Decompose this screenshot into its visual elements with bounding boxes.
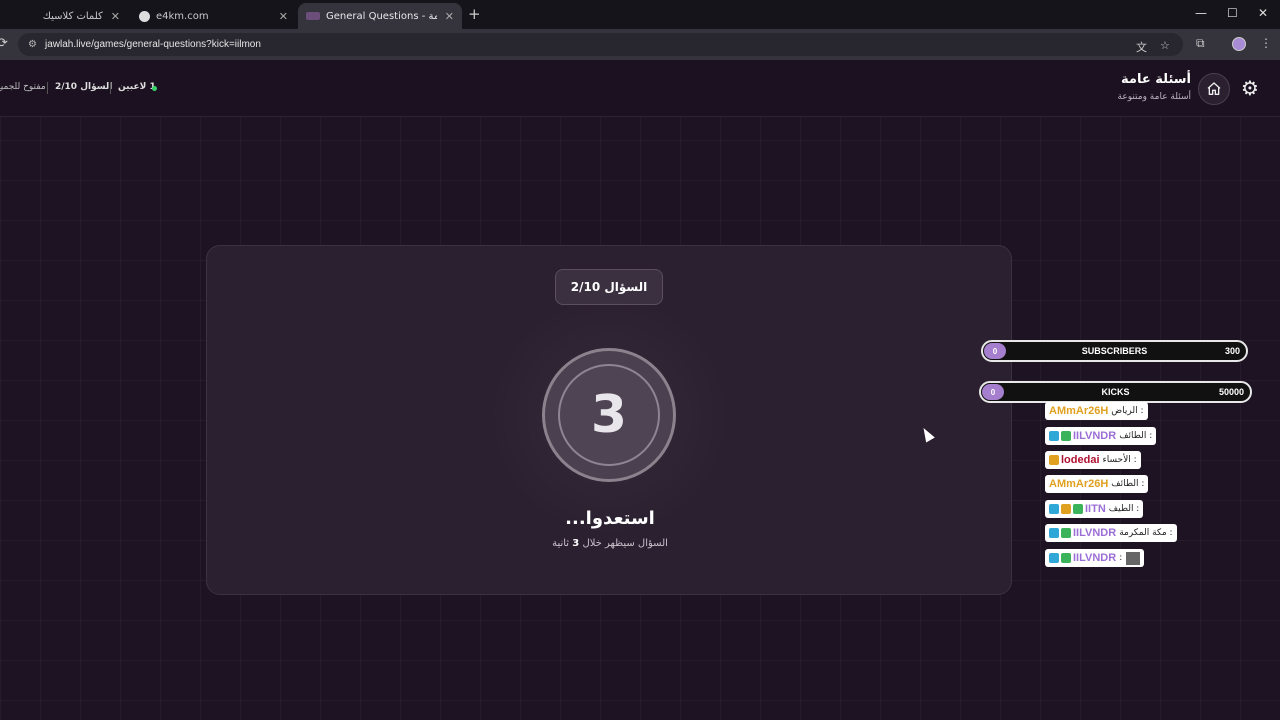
status-divider <box>47 82 48 94</box>
new-tab-button[interactable]: + <box>468 5 481 23</box>
tab-classic-words[interactable]: كلمات كلاسيك ✕ <box>0 3 128 29</box>
reload-icon[interactable]: ⟳ <box>0 36 8 51</box>
status-open-text: مفتوح للجميع <box>0 82 46 92</box>
globe-icon <box>139 10 150 22</box>
chat-username: IILVNDR <box>1073 430 1117 442</box>
countdown-number: 3 <box>558 364 660 466</box>
chat-text: : الأحساء <box>1102 455 1137 465</box>
translate-icon[interactable]: 文 <box>1136 39 1147 55</box>
chat-emote-image <box>1126 551 1141 565</box>
close-tab-icon[interactable]: ✕ <box>111 10 120 23</box>
game-subtitle: أسئلة عامة ومتنوعة <box>1117 92 1192 102</box>
goal-label: SUBSCRIBERS <box>1081 346 1148 356</box>
chat-text: : الطائف <box>1119 431 1153 441</box>
extensions-icon[interactable]: ⧉ <box>1196 36 1205 51</box>
goal-target: 50000 <box>1218 387 1244 397</box>
home-button[interactable] <box>1198 73 1230 105</box>
address-bar: ⟳ ⚙ jawlah.live/games/general-questions?… <box>0 29 1280 60</box>
chat-username: AMmAr26H <box>1049 478 1109 490</box>
game-title: أسئلة عامة <box>1121 72 1191 87</box>
get-ready-heading: استعدوا... <box>565 508 655 529</box>
chat-badge-icon <box>1049 431 1059 441</box>
jawlah-favicon-icon <box>306 12 320 20</box>
close-tab-icon[interactable]: ✕ <box>279 10 288 23</box>
chat-badge-icon <box>1049 528 1059 538</box>
caption-seconds: 3 <box>572 538 580 549</box>
settings-gear-icon[interactable]: ⚙ <box>1241 76 1259 100</box>
question-number-badge: السؤال 2/10 <box>555 269 663 305</box>
close-tab-icon[interactable]: ✕ <box>445 10 454 23</box>
chat-badge-icon <box>1073 504 1083 514</box>
close-window-button[interactable]: ✕ <box>1258 6 1268 20</box>
goal-current: 0 <box>982 384 1004 400</box>
caption-before: السؤال سيظهر خلال <box>582 538 668 549</box>
status-divider <box>110 82 111 94</box>
online-indicator <box>152 86 157 91</box>
tab-general-questions[interactable]: General Questions - أسئلة عامة ✕ <box>298 3 462 29</box>
chat-message: lodedai: الأحساء <box>1045 451 1141 469</box>
chat-badge-icon <box>1061 431 1071 441</box>
site-header: مفتوح للجميع السؤال 2/10 1 لاعبين أسئلة … <box>0 60 1280 117</box>
chat-text: : الطائف <box>1111 479 1145 489</box>
tab-e4km[interactable]: e4km.com ✕ <box>131 3 296 29</box>
goal-target: 300 <box>1224 346 1240 356</box>
page: مفتوح للجميع السؤال 2/10 1 لاعبين أسئلة … <box>0 60 1280 720</box>
bookmark-star-icon[interactable]: ☆ <box>1160 39 1170 52</box>
goal-label: KICKS <box>1101 387 1130 397</box>
chat-message: IITN: الطيف <box>1045 500 1144 518</box>
chat-badge-icon <box>1061 504 1071 514</box>
chat-message: IILVNDR: <box>1045 549 1145 567</box>
countdown-caption: السؤال سيظهر خلال 3 ثانية <box>207 538 1013 549</box>
site-info-icon[interactable]: ⚙ <box>28 39 37 50</box>
browser-menu-icon[interactable]: ⋮ <box>1260 36 1272 50</box>
chat-text: : مكة المكرمة <box>1119 528 1173 538</box>
status-question-count: السؤال 2/10 <box>55 82 113 92</box>
kicks-goal-bar: KICKS 0 50000 <box>979 381 1252 403</box>
chat-text: : الرياض <box>1111 406 1144 416</box>
browser-tab-bar: كلمات كلاسيك ✕ e4km.com ✕ General Questi… <box>0 0 1280 29</box>
goal-current: 0 <box>984 343 1006 359</box>
chat-badge-icon <box>1061 528 1071 538</box>
chat-text: : <box>1119 553 1123 563</box>
chat-username: IITN <box>1085 503 1106 515</box>
tab-title: كلمات كلاسيك <box>42 10 103 22</box>
chat-badge-icon <box>1049 504 1059 514</box>
chat-username: lodedai <box>1061 454 1100 466</box>
tab-title: e4km.com <box>156 10 209 22</box>
chat-text: : الطيف <box>1108 504 1140 514</box>
status-player-count: 1 لاعبين <box>118 82 156 92</box>
home-icon <box>1207 82 1221 95</box>
chat-username: AMmAr26H <box>1049 405 1109 417</box>
chat-message: AMmAr26H: الطائف <box>1045 475 1149 493</box>
profile-avatar[interactable] <box>1232 37 1246 51</box>
chat-username: IILVNDR <box>1073 552 1117 564</box>
maximize-button[interactable]: ☐ <box>1227 6 1238 20</box>
chat-message: AMmAr26H: الرياض <box>1045 402 1148 420</box>
chat-message: IILVNDR: الطائف <box>1045 427 1157 445</box>
question-card: السؤال 2/10 3 استعدوا... السؤال سيظهر خل… <box>206 245 1012 595</box>
chat-badge-icon <box>1061 553 1071 563</box>
chat-message: IILVNDR: مكة المكرمة <box>1045 524 1177 542</box>
subscribers-goal-bar: SUBSCRIBERS 0 300 <box>981 340 1248 362</box>
minimize-button[interactable]: — <box>1195 6 1207 20</box>
url-text[interactable]: jawlah.live/games/general-questions?kick… <box>45 39 261 50</box>
tab-title: General Questions - أسئلة عامة <box>326 10 437 22</box>
caption-after: ثانية <box>552 538 570 549</box>
chat-badge-icon <box>1049 455 1059 465</box>
url-field[interactable]: ⚙ jawlah.live/games/general-questions?ki… <box>18 33 1183 56</box>
chat-username: IILVNDR <box>1073 527 1117 539</box>
chat-badge-icon <box>1049 553 1059 563</box>
